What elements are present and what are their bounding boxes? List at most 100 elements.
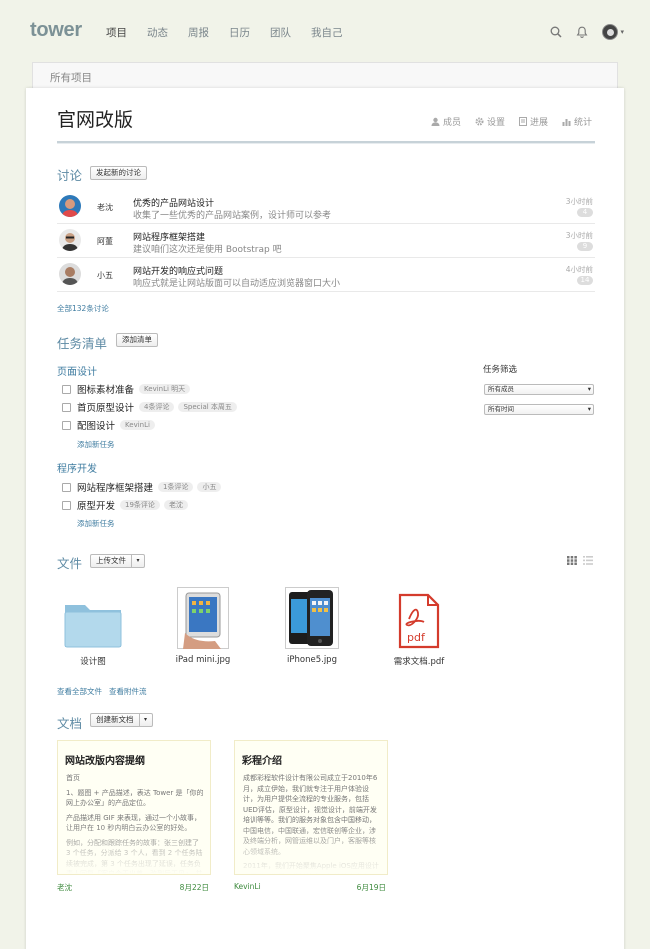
topic-excerpt: 建议咱们这次还是使用 Bootstrap 吧: [133, 245, 282, 255]
page-title: 官网改版: [57, 109, 134, 131]
todo-text[interactable]: 原型开发: [77, 498, 115, 512]
topic-time: 4小时前: [565, 265, 593, 274]
list-view-icon[interactable]: [583, 556, 593, 565]
new-discussion-button[interactable]: 发起新的讨论: [90, 166, 147, 180]
topic-time: 3小时前: [565, 197, 593, 206]
doc-fade: [58, 824, 210, 874]
todo-list-title[interactable]: 页面设计: [57, 363, 97, 378]
file-name[interactable]: iPhone5.jpg: [272, 655, 352, 665]
doc-paragraph: 首页: [66, 774, 80, 782]
todo-item: 配图设计 KevinLi: [62, 418, 159, 432]
doc-card[interactable]: 彩程介绍 成都彩程软件设计有限公司成立于2010年6月，成立伊始，我们就专注于用…: [234, 740, 388, 875]
document-icon: [518, 117, 527, 126]
chevron-down-icon[interactable]: ▾: [140, 714, 152, 726]
todo-item: 原型开发 19条评论 老沈: [62, 498, 192, 512]
todo-checkbox[interactable]: [62, 500, 71, 510]
settings-tool[interactable]: 设置: [475, 115, 505, 128]
nav-item-calendar[interactable]: 日历: [229, 25, 250, 40]
new-doc-label[interactable]: 创建新文档: [91, 714, 140, 726]
comment-count-badge: 9: [577, 242, 593, 251]
avatar: [59, 195, 81, 217]
search-icon[interactable]: [550, 26, 563, 38]
todo-checkbox[interactable]: [62, 384, 71, 394]
nav-item-projects[interactable]: 项目: [106, 25, 127, 40]
todo-checkbox[interactable]: [62, 482, 71, 492]
file-item[interactable]: pdf 需求文档.pdf: [379, 585, 459, 667]
discussions-heading: 讨论: [57, 168, 83, 183]
nav-item-activity[interactable]: 动态: [147, 25, 168, 40]
file-item[interactable]: 设计图: [53, 585, 133, 667]
todo-checkbox[interactable]: [62, 420, 71, 430]
doc-title[interactable]: 彩程介绍: [242, 752, 282, 767]
topic-author: 阿董: [97, 237, 113, 246]
topic-row[interactable]: 小五 网站开发的响应式问题 响应式就是让网站版面可以自动适应浏览器窗口大小 4小…: [57, 258, 595, 292]
members-tool[interactable]: 成员: [431, 115, 461, 128]
upload-file-label[interactable]: 上传文件: [91, 555, 132, 567]
member-filter-select[interactable]: 所有成员: [484, 384, 594, 395]
project-panel: 官网改版 成员 设置 进展 统计 讨论 发起新的讨论 老沈 优秀的产品网站设计 …: [26, 88, 624, 949]
folder-icon: [53, 585, 133, 649]
todo-item: 网站程序框架搭建 1条评论 小五: [62, 480, 225, 494]
breadcrumb-all-projects[interactable]: 所有项目: [50, 70, 92, 85]
attachments-link[interactable]: 查看附件流: [109, 686, 147, 697]
user-avatar[interactable]: [602, 24, 619, 40]
doc-paragraph: 1、题图 + 产品描述，表达 Tower 是「你的网上办公室」的产品定位。: [66, 788, 204, 808]
progress-tool[interactable]: 进展: [518, 115, 548, 128]
topic-row[interactable]: 阿董 网站程序框架搭建 建议咱们这次还是使用 Bootstrap 吧 3小时前 …: [57, 224, 595, 258]
todo-item: 首页原型设计 4条评论 Special 本周五: [62, 400, 241, 414]
files-heading: 文件: [57, 556, 83, 571]
file-name[interactable]: 设计图: [53, 655, 133, 667]
topic-time: 3小时前: [565, 231, 593, 240]
add-list-button[interactable]: 添加清单: [116, 333, 158, 347]
bell-icon[interactable]: [576, 26, 588, 38]
nav-item-me[interactable]: 我自己: [311, 25, 343, 40]
file-name[interactable]: iPad mini.jpg: [163, 655, 243, 665]
doc-title[interactable]: 网站改版内容提纲: [65, 752, 145, 767]
todo-tag: KevinLi 明天: [139, 384, 191, 394]
todo-text[interactable]: 图标素材准备: [77, 382, 134, 396]
upload-file-button[interactable]: 上传文件 ▾: [90, 554, 145, 568]
chevron-down-icon[interactable]: ▾: [132, 555, 144, 567]
add-todo-link[interactable]: 添加新任务: [77, 439, 115, 450]
comment-count-badge: 14: [577, 276, 593, 285]
comment-count-badge: 4: [577, 208, 593, 217]
doc-card[interactable]: 网站改版内容提纲 首页 1、题图 + 产品描述，表达 Tower 是「你的网上办…: [57, 740, 211, 875]
file-item[interactable]: iPhone5.jpg: [272, 585, 352, 665]
topic-author: 小五: [97, 271, 113, 280]
todo-filter-heading: 任务筛选: [483, 365, 518, 375]
pdf-icon-label: pdf: [407, 631, 426, 644]
todo-tag: KevinLi: [120, 420, 155, 430]
topic-excerpt: 收集了一些优秀的产品网站案例，设计师可以参考: [133, 211, 332, 221]
todo-tag: 1条评论: [158, 482, 194, 492]
todo-tag: Special 本周五: [178, 402, 237, 412]
todo-text[interactable]: 网站程序框架搭建: [77, 480, 153, 494]
tower-logo[interactable]: tower: [30, 19, 82, 42]
all-discussions-link[interactable]: 全部132条讨论: [57, 303, 109, 314]
topic-row[interactable]: 老沈 优秀的产品网站设计 收集了一些优秀的产品网站案例，设计师可以参考 3小时前…: [57, 190, 595, 224]
todo-text[interactable]: 首页原型设计: [77, 400, 134, 414]
file-name[interactable]: 需求文档.pdf: [379, 655, 459, 667]
doc-author: KevinLi: [234, 882, 261, 891]
todo-item: 图标素材准备 KevinLi 明天: [62, 382, 194, 396]
top-nav: tower 项目 动态 周报 日历 团队 我自己 ▾: [0, 0, 650, 62]
chevron-down-icon[interactable]: ▾: [620, 28, 624, 36]
topic-excerpt: 响应式就是让网站版面可以自动适应浏览器窗口大小: [133, 279, 341, 289]
time-filter-select[interactable]: 所有时间: [484, 404, 594, 415]
all-files-link[interactable]: 查看全部文件: [57, 686, 102, 697]
new-doc-button[interactable]: 创建新文档 ▾: [90, 713, 153, 727]
file-item[interactable]: iPad mini.jpg: [163, 585, 243, 665]
nav-item-team[interactable]: 团队: [270, 25, 291, 40]
todo-tag: 老沈: [163, 500, 188, 510]
todo-text[interactable]: 配图设计: [77, 418, 115, 432]
top-icons: ▾: [550, 24, 624, 40]
view-toggle: [567, 556, 593, 565]
docs-heading: 文档: [57, 716, 83, 731]
grid-view-icon[interactable]: [567, 556, 577, 565]
image-thumb: [163, 585, 243, 649]
project-tools: 成员 设置 进展 统计: [431, 115, 592, 128]
todo-checkbox[interactable]: [62, 402, 71, 412]
nav-item-weekly[interactable]: 周报: [188, 25, 209, 40]
add-todo-link[interactable]: 添加新任务: [77, 518, 115, 529]
todo-list-title[interactable]: 程序开发: [57, 460, 97, 475]
stats-tool[interactable]: 统计: [562, 115, 592, 128]
